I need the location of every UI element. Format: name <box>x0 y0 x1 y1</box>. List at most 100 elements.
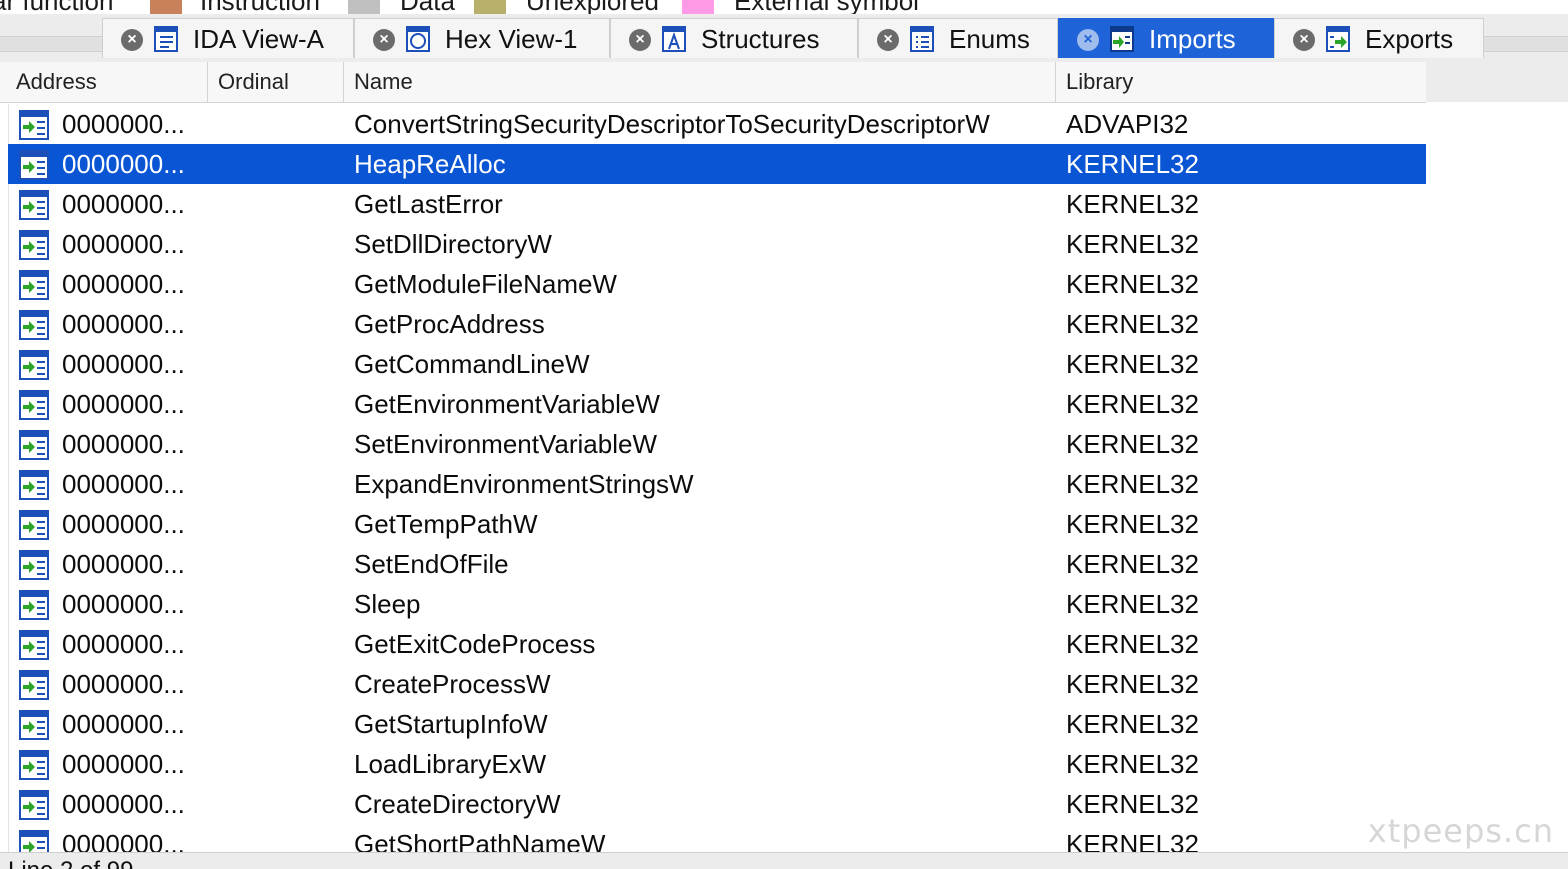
name-cell: GetModuleFileNameW <box>354 269 617 299</box>
column-header-name[interactable]: Name <box>344 62 1056 102</box>
tab-imports[interactable]: × Imports <box>1058 18 1274 58</box>
import-entry-icon <box>19 350 49 380</box>
close-icon[interactable]: × <box>1293 29 1315 51</box>
table-header: Address Ordinal Name Library <box>0 62 1426 103</box>
table-row[interactable]: 0000000... GetLastError KERNEL32 <box>8 184 1426 224</box>
library-cell: KERNEL32 <box>1066 269 1199 299</box>
address-cell: 0000000... <box>62 509 185 539</box>
import-entry-icon <box>19 790 49 820</box>
close-icon[interactable]: × <box>121 29 143 51</box>
structures-icon <box>662 26 686 52</box>
address-cell: 0000000... <box>62 749 185 779</box>
name-cell: GetProcAddress <box>354 309 545 339</box>
status-bar: Line 2 of 99 <box>0 852 1568 869</box>
tab-ida-view-a[interactable]: × IDA View-A <box>102 18 354 58</box>
table-row[interactable]: 0000000... ConvertStringSecurityDescripto… <box>8 104 1426 144</box>
name-cell: ConvertStringSecurityDescriptorToSecurit… <box>354 109 990 139</box>
tab-label: Exports <box>1365 24 1454 54</box>
name-cell: CreateProcessW <box>354 669 551 699</box>
tab-label: Structures <box>701 24 820 54</box>
import-entry-icon <box>19 550 49 580</box>
name-cell: GetEnvironmentVariableW <box>354 389 660 419</box>
library-cell: KERNEL32 <box>1066 589 1199 619</box>
import-entry-icon <box>19 230 49 260</box>
tab-enums[interactable]: × Enums <box>858 18 1058 58</box>
library-cell: KERNEL32 <box>1066 549 1199 579</box>
address-cell: 0000000... <box>62 269 185 299</box>
table-row[interactable]: 0000000... GetEnvironmentVariableW KERNEL3… <box>8 384 1426 424</box>
table-row[interactable]: 0000000... LoadLibraryExW KERNEL32 <box>8 744 1426 784</box>
table-row[interactable]: 0000000... ExpandEnvironmentStringsW KERNE… <box>8 464 1426 504</box>
address-cell: 0000000... <box>62 469 185 499</box>
address-cell: 0000000... <box>62 389 185 419</box>
address-cell: 0000000... <box>62 709 185 739</box>
column-header-ordinal[interactable]: Ordinal <box>208 62 344 102</box>
library-cell: KERNEL32 <box>1066 389 1199 419</box>
address-cell: 0000000... <box>62 549 185 579</box>
table-row[interactable]: 0000000... Sleep KERNEL32 <box>8 584 1426 624</box>
address-cell: 0000000... <box>62 349 185 379</box>
tab-label: Enums <box>949 24 1030 54</box>
close-icon[interactable]: × <box>877 29 899 51</box>
name-cell: SetDllDirectoryW <box>354 229 552 259</box>
close-icon[interactable]: × <box>373 29 395 51</box>
table-row[interactable]: 0000000... SetEndOfFile KERNEL32 <box>8 544 1426 584</box>
name-cell: SetEndOfFile <box>354 549 509 579</box>
table-row[interactable]: 0000000... HeapReAlloc KERNEL32 <box>8 144 1426 184</box>
import-entry-icon <box>19 590 49 620</box>
address-cell: 0000000... <box>62 429 185 459</box>
name-cell: Sleep <box>354 589 421 619</box>
address-cell: 0000000... <box>62 669 185 699</box>
import-entry-icon <box>19 110 49 140</box>
close-icon[interactable]: × <box>629 29 651 51</box>
table-row[interactable]: 0000000... GetProcAddress KERNEL32 <box>8 304 1426 344</box>
table-row[interactable]: 0000000... GetExitCodeProcess KERNEL32 <box>8 624 1426 664</box>
name-cell: ExpandEnvironmentStringsW <box>354 469 694 499</box>
library-cell: KERNEL32 <box>1066 629 1199 659</box>
column-header-library[interactable]: Library <box>1056 62 1426 102</box>
name-cell: GetTempPathW <box>354 509 538 539</box>
tab-exports[interactable]: × Exports <box>1274 18 1484 58</box>
import-entry-icon <box>19 310 49 340</box>
table-row[interactable]: 0000000... GetCommandLineW KERNEL32 <box>8 344 1426 384</box>
table-row[interactable]: 0000000... SetDllDirectoryW KERNEL32 <box>8 224 1426 264</box>
import-entry-icon <box>19 670 49 700</box>
address-cell: 0000000... <box>62 589 185 619</box>
table-row[interactable]: 0000000... GetStartupInfoW KERNEL32 <box>8 704 1426 744</box>
table-row[interactable]: 0000000... SetEnvironmentVariableW KERNEL3… <box>8 424 1426 464</box>
import-entry-icon <box>19 630 49 660</box>
table-row[interactable]: 0000000... CreateDirectoryW KERNEL32 <box>8 784 1426 824</box>
address-cell: 0000000... <box>62 309 185 339</box>
table-row[interactable]: 0000000... CreateProcessW KERNEL32 <box>8 664 1426 704</box>
legend-swatch <box>348 0 380 14</box>
name-cell: GetStartupInfoW <box>354 709 548 739</box>
table-row[interactable]: 0000000... GetTempPathW KERNEL32 <box>8 504 1426 544</box>
library-cell: KERNEL32 <box>1066 789 1199 819</box>
legend-swatch <box>682 0 714 14</box>
view-tab-bar: × IDA View-A × Hex View-1 × Structures × <box>0 14 1568 63</box>
import-entry-icon <box>19 150 49 180</box>
library-cell: KERNEL32 <box>1066 189 1199 219</box>
library-cell: KERNEL32 <box>1066 469 1199 499</box>
column-header-address[interactable]: Address <box>6 62 208 102</box>
import-entry-icon <box>19 390 49 420</box>
close-icon[interactable]: × <box>1077 29 1099 51</box>
name-cell: LoadLibraryExW <box>354 749 547 779</box>
library-cell: KERNEL32 <box>1066 669 1199 699</box>
tab-structures[interactable]: × Structures <box>610 18 858 58</box>
name-cell: GetCommandLineW <box>354 349 590 379</box>
tab-hex-view-1[interactable]: × Hex View-1 <box>354 18 610 58</box>
name-cell: GetLastError <box>354 189 503 219</box>
legend-swatch <box>474 0 506 14</box>
library-cell: KERNEL32 <box>1066 149 1199 179</box>
watermark: xtpeeps.cn <box>1367 812 1554 850</box>
import-entry-icon <box>19 470 49 500</box>
header-filler <box>1426 62 1568 102</box>
name-cell: CreateDirectoryW <box>354 789 561 819</box>
address-cell: 0000000... <box>62 229 185 259</box>
status-text: Line 2 of 99 <box>8 853 133 869</box>
tab-label: Hex View-1 <box>445 24 578 54</box>
enums-icon <box>910 26 934 52</box>
library-cell: KERNEL32 <box>1066 229 1199 259</box>
table-row[interactable]: 0000000... GetModuleFileNameW KERNEL32 <box>8 264 1426 304</box>
